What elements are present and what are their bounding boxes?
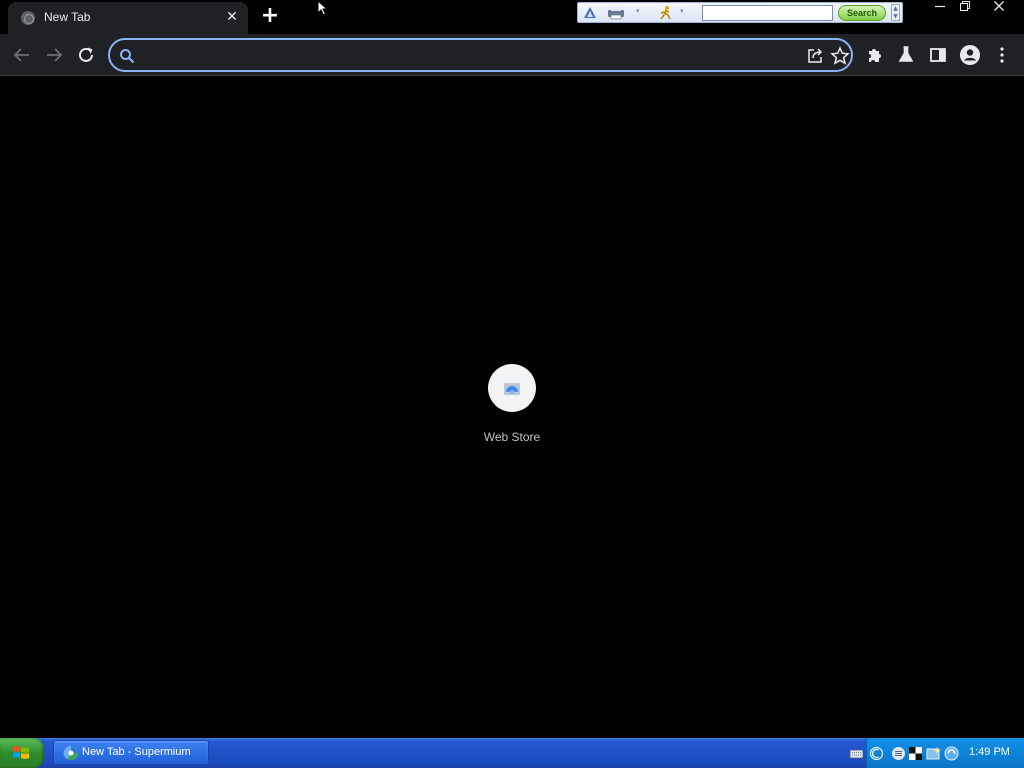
runner-icon[interactable] [658, 5, 674, 21]
taskbar-item-supermium[interactable]: New Tab - Supermium [53, 740, 209, 765]
legacy-search-button[interactable]: Search [838, 5, 886, 21]
taskbar: New Tab - Supermium 1:49 PM [0, 738, 1024, 768]
new-tab-page: Web Store [0, 77, 1024, 738]
tab-strip: New Tab ✕ + ▾ ▾ Search ▲ ▼ [0, 0, 1024, 34]
profile-avatar-icon[interactable] [958, 43, 982, 67]
printer-icon[interactable] [606, 5, 626, 21]
share-icon[interactable] [806, 47, 824, 65]
chevron-down-icon[interactable]: ▾ [680, 7, 686, 15]
web-store-icon [504, 383, 520, 395]
display-sparkle-icon[interactable] [926, 746, 941, 761]
supermium-icon [63, 745, 79, 761]
address-input[interactable] [142, 44, 792, 66]
side-panel-icon[interactable] [926, 43, 950, 67]
volume-icon[interactable] [891, 746, 906, 761]
toolbar-options-icon[interactable]: ▲ ▼ [891, 4, 900, 21]
triangle-logo-icon[interactable] [582, 5, 598, 21]
legacy-search-input[interactable] [702, 5, 833, 21]
shortcut-tile [488, 364, 536, 412]
labs-flask-icon[interactable] [894, 43, 918, 67]
system-tray: 1:49 PM [849, 738, 1024, 768]
clock: 1:49 PM [969, 746, 1010, 758]
bookmark-star-icon[interactable] [830, 46, 850, 66]
windows-logo-icon [13, 746, 29, 759]
browser-toolbar [0, 34, 1024, 76]
new-tab-button[interactable]: + [258, 5, 282, 29]
address-bar[interactable] [108, 38, 853, 72]
forward-icon[interactable] [42, 43, 66, 67]
restore-icon [960, 1, 970, 11]
shortcut-web-store[interactable]: Web Store [472, 363, 552, 453]
tab-close-button[interactable]: ✕ [224, 9, 240, 25]
globe-icon [21, 11, 35, 25]
reload-icon[interactable] [74, 43, 98, 67]
close-icon [994, 1, 1004, 11]
restore-button[interactable] [950, 0, 980, 18]
minimize-icon [935, 5, 945, 8]
start-button[interactable] [0, 738, 44, 768]
network-icon[interactable] [869, 746, 884, 761]
back-icon[interactable] [10, 43, 34, 67]
extensions-icon[interactable] [862, 43, 886, 67]
chevron-down-icon[interactable]: ▾ [636, 7, 642, 15]
taskbar-item-label: New Tab - Supermium [82, 746, 191, 758]
shortcut-label: Web Store [483, 430, 541, 444]
checkered-flag-icon[interactable] [908, 746, 923, 761]
tab-title: New Tab [44, 10, 91, 24]
tab-new-tab[interactable]: New Tab ✕ [8, 2, 248, 34]
menu-kebab-icon[interactable] [990, 43, 1014, 67]
mouse-cursor-icon [317, 0, 329, 16]
keyboard-icon[interactable] [849, 746, 864, 761]
legacy-toolbar: ▾ ▾ Search ▲ ▼ [577, 2, 903, 23]
update-globe-icon[interactable] [944, 746, 959, 761]
search-icon [120, 49, 135, 64]
window-close-button[interactable] [984, 0, 1014, 18]
